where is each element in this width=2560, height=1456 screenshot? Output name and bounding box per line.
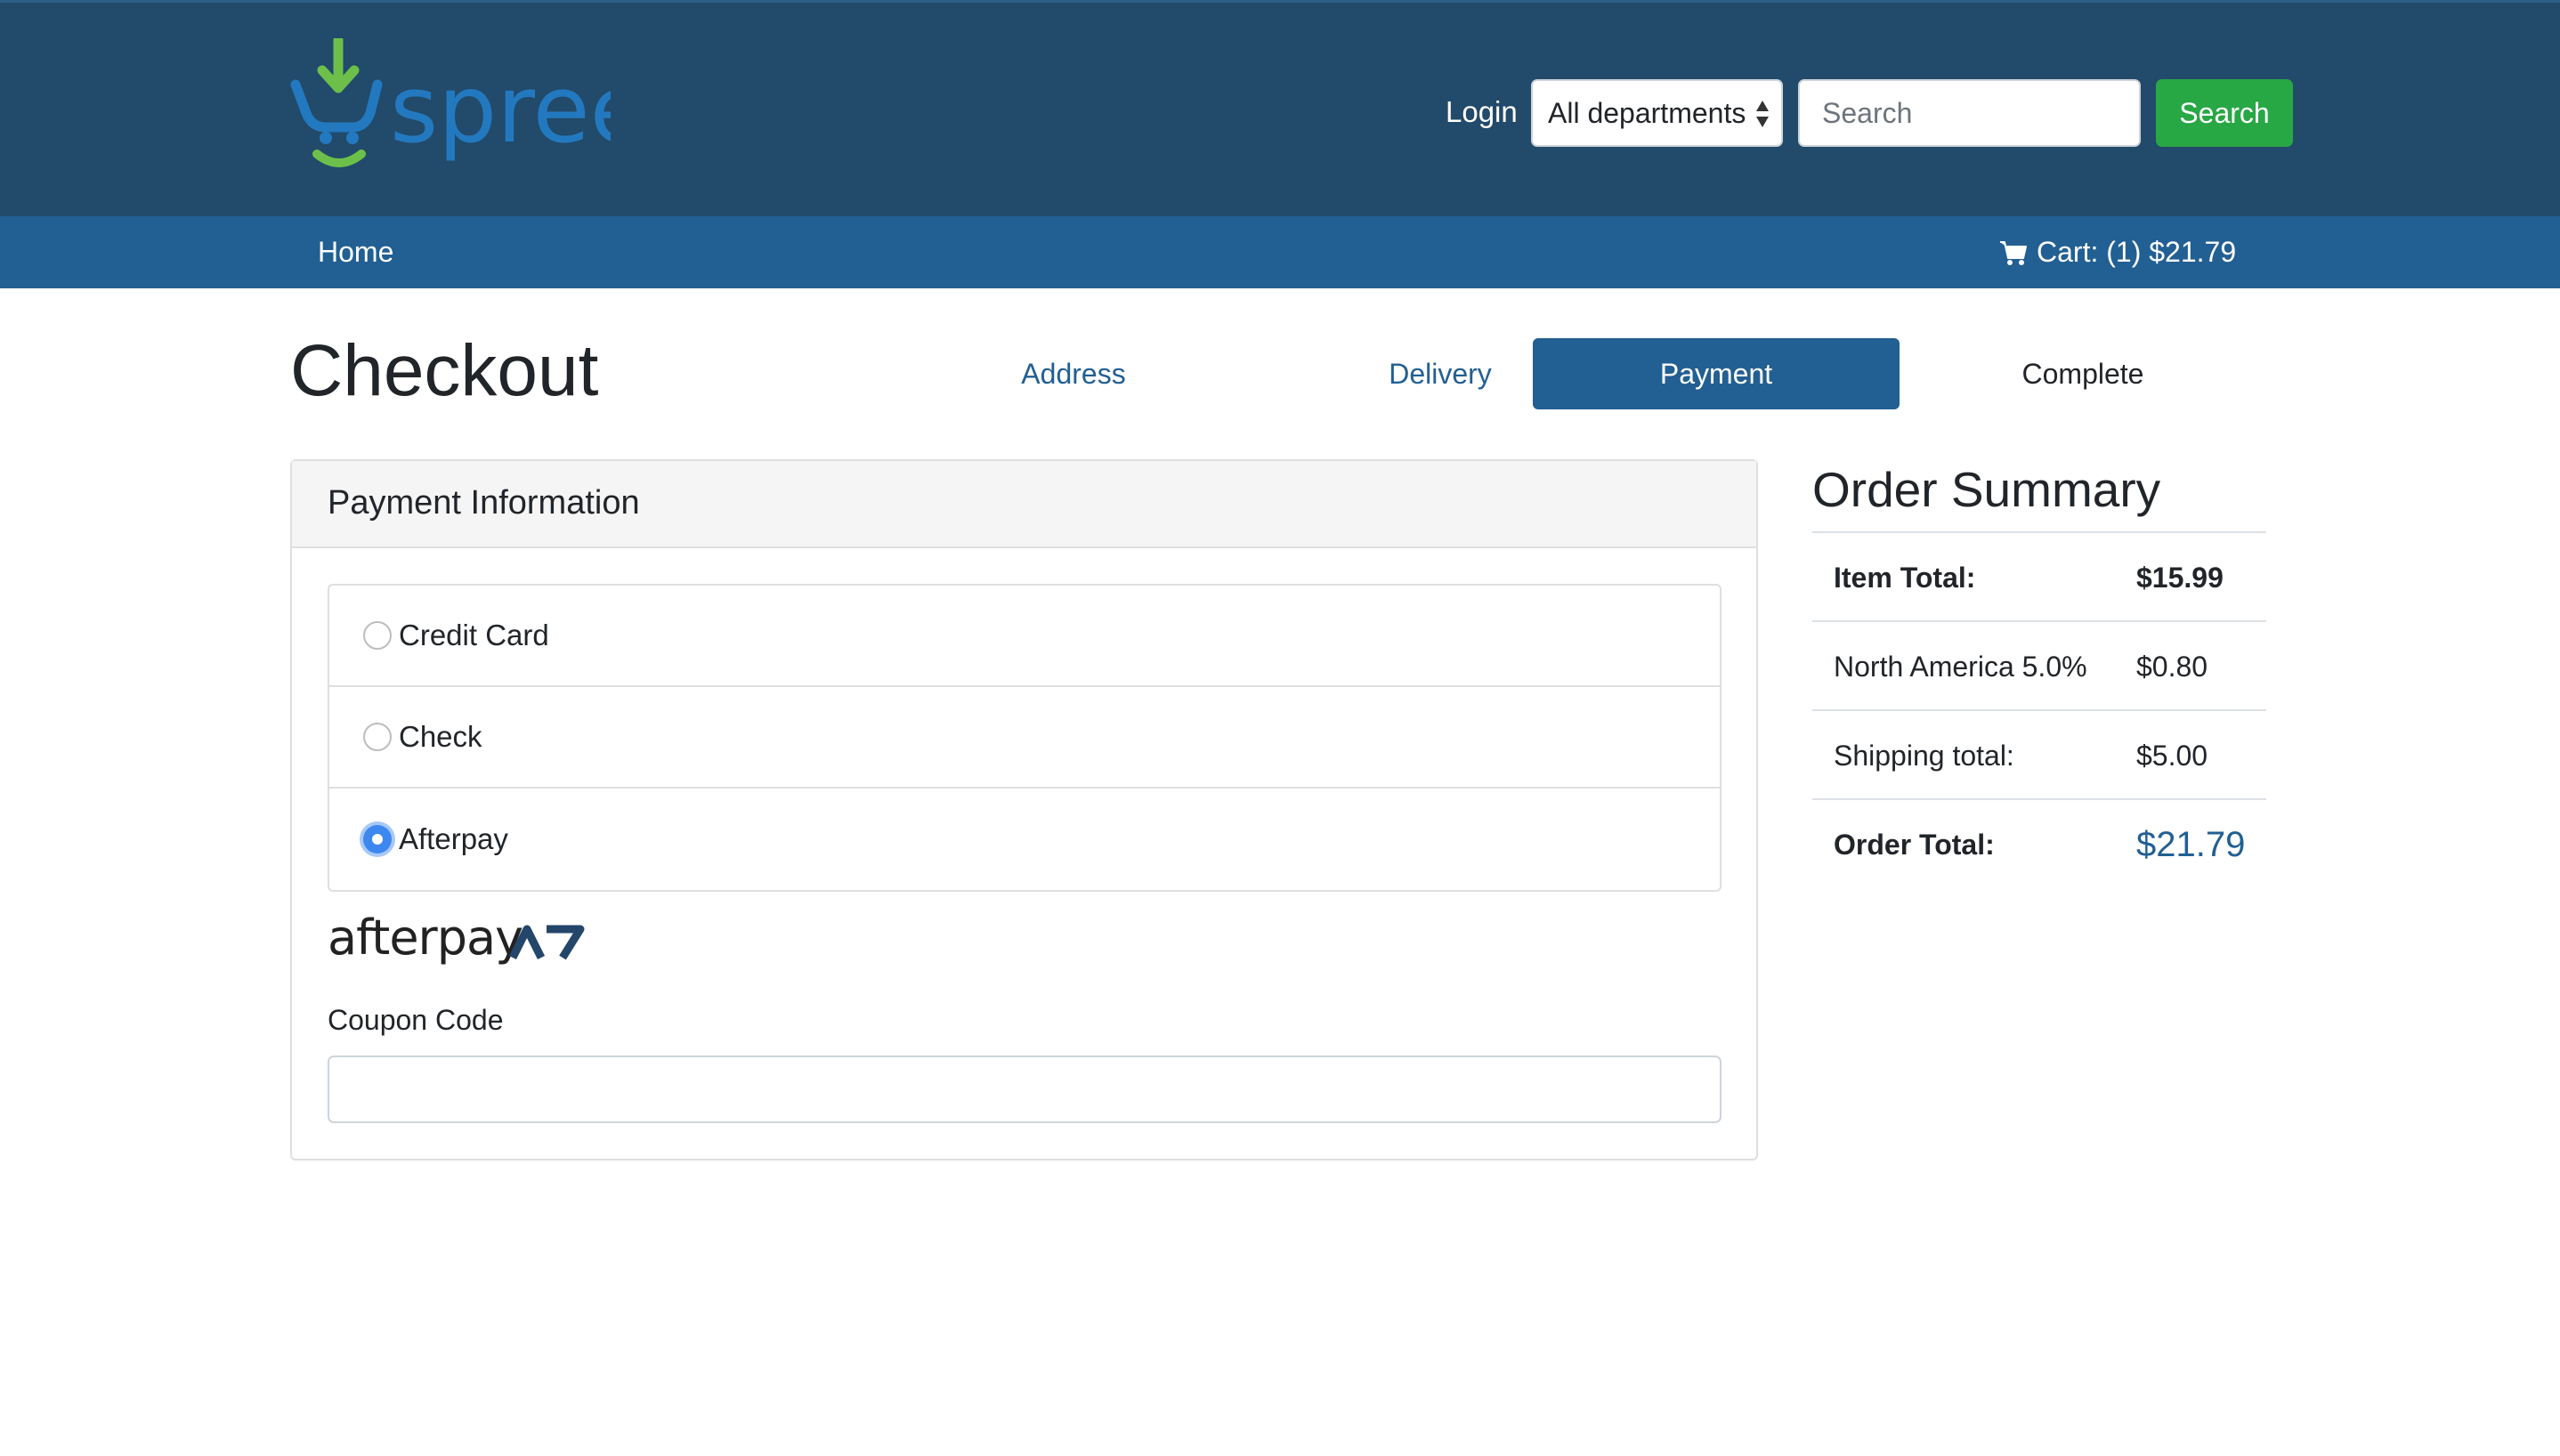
- credit-card-radio[interactable]: [363, 621, 392, 650]
- payment-method-afterpay[interactable]: Afterpay: [329, 789, 1720, 890]
- order-summary-table: Item Total: $15.99 North America 5.0% $0…: [1812, 531, 2266, 889]
- main-nav: Home Cart: (1) $21.79: [0, 216, 2560, 288]
- summary-label: Order Total:: [1834, 829, 1995, 861]
- order-summary-title: Order Summary: [1812, 462, 2161, 517]
- logo-text: spree: [390, 55, 611, 164]
- summary-label: Shipping total:: [1834, 740, 2014, 772]
- payment-method-label: Check: [399, 720, 482, 753]
- summary-value: $5.00: [2136, 740, 2208, 772]
- payment-method-label: Credit Card: [399, 619, 549, 651]
- order-total-value: $21.79: [2136, 825, 2246, 864]
- afterpay-radio[interactable]: [363, 825, 392, 853]
- summary-label: Item Total:: [1834, 562, 1976, 594]
- step-address[interactable]: Address: [890, 338, 1257, 409]
- coupon-code-input[interactable]: [328, 1056, 1722, 1123]
- summary-row-tax: North America 5.0% $0.80: [1812, 622, 2266, 711]
- site-header: spree Login All departments Search: [0, 0, 2560, 216]
- payment-method-credit-card[interactable]: Credit Card: [329, 586, 1720, 687]
- coupon-code-label: Coupon Code: [328, 1004, 504, 1036]
- payment-method-label: Afterpay: [399, 822, 508, 855]
- payment-information-card: Payment Information Credit Card Check Af…: [290, 459, 1758, 1161]
- summary-label: North America 5.0%: [1834, 651, 2087, 683]
- summary-value: $15.99: [2136, 562, 2224, 594]
- step-payment[interactable]: Payment: [1533, 338, 1900, 409]
- check-radio[interactable]: [363, 723, 392, 751]
- summary-row-shipping: Shipping total: $5.00: [1812, 711, 2266, 800]
- summary-row-item-total: Item Total: $15.99: [1812, 533, 2266, 622]
- cart-link[interactable]: Cart: (1) $21.79: [1999, 236, 2236, 269]
- cart-icon: [2000, 240, 2027, 265]
- cart-label: Cart: (1) $21.79: [2037, 236, 2237, 268]
- afterpay-logo-text: afterpay: [328, 913, 523, 966]
- search-input[interactable]: [1798, 79, 2141, 147]
- spree-logo[interactable]: spree: [290, 38, 611, 172]
- afterpay-logo: afterpay: [328, 913, 586, 970]
- search-button[interactable]: Search: [2156, 79, 2293, 147]
- payment-information-header: Payment Information: [292, 461, 1756, 548]
- department-select-value: All departments: [1548, 97, 1746, 129]
- page-title: Checkout: [290, 330, 599, 411]
- nav-home-link[interactable]: Home: [318, 236, 393, 269]
- summary-row-order-total: Order Total: $21.79: [1812, 800, 2266, 889]
- payment-methods-list: Credit Card Check Afterpay: [328, 584, 1722, 892]
- step-complete: Complete: [2021, 358, 2144, 390]
- select-arrows-icon: [1756, 101, 1769, 127]
- checkout-steps: Address Delivery Payment Complete: [890, 338, 2377, 409]
- summary-value: $0.80: [2136, 651, 2208, 683]
- payment-method-check[interactable]: Check: [329, 687, 1720, 789]
- login-link[interactable]: Login: [1446, 95, 1518, 129]
- department-select[interactable]: All departments: [1531, 79, 1783, 147]
